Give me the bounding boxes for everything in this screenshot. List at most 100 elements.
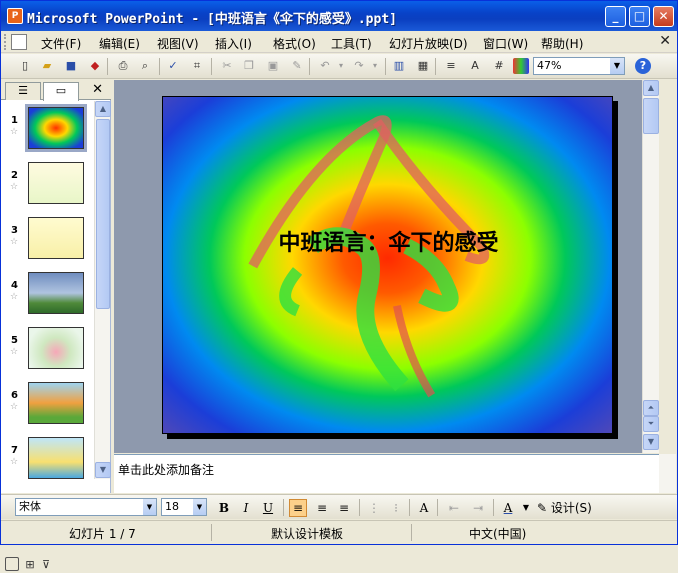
slide-thumbnail-3[interactable]: 3 ☆ [1, 213, 95, 268]
next-slide-icon[interactable]: ⏷ [643, 416, 659, 432]
permission-icon[interactable]: ◆ [87, 58, 103, 74]
toolbar-separator [409, 499, 410, 516]
print-icon[interactable]: ⎙ [115, 58, 131, 74]
slide-thumbnail-image [28, 162, 84, 204]
current-slide[interactable]: 中班语言：伞下的感受 [162, 96, 613, 434]
underline-button[interactable]: U [259, 499, 277, 517]
slideshow-view-icon[interactable]: ⊽ [39, 557, 53, 571]
toolbar-separator [385, 58, 386, 75]
slide-thumbnail-image [25, 104, 87, 152]
editor-scrollbar[interactable]: ▲ ⏶ ⏷ ▼ [642, 80, 659, 453]
previous-slide-icon[interactable]: ⏶ [643, 400, 659, 416]
show-grid-icon[interactable]: # [491, 58, 507, 74]
redo-icon[interactable]: ↷ [351, 58, 367, 74]
insert-table-icon[interactable]: ▦ [415, 58, 431, 74]
scrollbar-thumb[interactable] [96, 119, 110, 309]
slide-thumbnail-4[interactable]: 4 ☆ [1, 268, 95, 323]
slide-thumbnail-2[interactable]: 2 ☆ [1, 158, 95, 213]
cut-icon[interactable]: ✂ [219, 58, 235, 74]
print-preview-icon[interactable]: ⌕ [137, 58, 153, 74]
slide-thumbnail-6[interactable]: 6 ☆ [1, 378, 95, 433]
slide-thumbnail-5[interactable]: 5 ☆ [1, 323, 95, 378]
slide-thumbnail-image [28, 437, 84, 479]
font-name-combobox[interactable]: 宋体 ▼ [15, 498, 157, 516]
menu-help[interactable]: 帮助(H) [541, 35, 583, 52]
menu-format[interactable]: 格式(O) [273, 35, 316, 52]
menu-view[interactable]: 视图(V) [157, 35, 199, 52]
close-window-button[interactable]: ✕ [653, 6, 674, 27]
new-icon[interactable]: ▯ [17, 58, 33, 74]
italic-button[interactable]: I [237, 499, 255, 517]
notes-placeholder[interactable]: 单击此处添加备注 [118, 463, 214, 477]
align-center-icon[interactable]: ≡ [313, 499, 331, 517]
powerpoint-icon[interactable]: P [7, 8, 23, 24]
align-right-icon[interactable]: ≡ [335, 499, 353, 517]
notes-scrollbar[interactable] [659, 454, 676, 493]
scroll-up-icon[interactable]: ▲ [643, 80, 659, 96]
star-icon: ☆ [10, 457, 19, 467]
format-painter-icon[interactable]: ✎ [289, 58, 305, 74]
menu-edit[interactable]: 编辑(E) [99, 35, 140, 52]
color-grayscale-icon[interactable] [513, 58, 529, 74]
expand-all-icon[interactable]: ≡ [443, 58, 459, 74]
zoom-combobox[interactable]: 47% ▼ [533, 57, 625, 75]
slide-thumbnail-7[interactable]: 7 ☆ [1, 433, 95, 479]
tab-outline[interactable]: ☰ [5, 82, 41, 100]
increase-indent-icon[interactable]: ⇥ [469, 499, 487, 517]
powerpoint-window: P Microsoft PowerPoint - [中班语言《伞下的感受》.pp… [0, 0, 678, 572]
design-button[interactable]: ✎ 设计(S) [537, 499, 592, 516]
slide-number: 6 [11, 390, 18, 401]
decrease-indent-icon[interactable]: ⇤ [445, 499, 463, 517]
spelling-icon[interactable]: ✓ [165, 58, 181, 74]
open-folder-icon[interactable]: ▰ [39, 58, 55, 74]
undo-icon[interactable]: ↶ [317, 58, 333, 74]
star-icon: ☆ [10, 402, 19, 412]
scroll-up-icon[interactable]: ▲ [95, 101, 111, 117]
redo-dropdown-icon[interactable]: ▾ [367, 58, 383, 74]
font-color-button[interactable]: A [499, 499, 517, 517]
title-bar[interactable]: P Microsoft PowerPoint - [中班语言《伞下的感受》.pp… [1, 1, 677, 31]
scrollbar-thumb[interactable] [643, 98, 659, 134]
document-icon[interactable] [11, 34, 27, 50]
undo-dropdown-icon[interactable]: ▾ [333, 58, 349, 74]
numbering-icon[interactable]: ⋮ [365, 499, 383, 517]
copy-icon[interactable]: ❐ [241, 58, 257, 74]
notes-pane[interactable]: 单击此处添加备注 [114, 454, 659, 493]
maximize-button[interactable]: □ [629, 6, 650, 27]
menu-tools[interactable]: 工具(T) [331, 35, 372, 52]
chevron-down-icon[interactable]: ▼ [610, 58, 624, 74]
help-icon[interactable]: ? [635, 58, 651, 74]
chevron-down-icon[interactable]: ▼ [143, 499, 156, 515]
research-icon[interactable]: ⌗ [189, 58, 205, 74]
show-formatting-icon[interactable]: A [467, 58, 483, 74]
font-size-combobox[interactable]: 18 ▼ [161, 498, 207, 516]
menu-file[interactable]: 文件(F) [41, 35, 81, 52]
menu-window[interactable]: 窗口(W) [483, 35, 528, 52]
paste-icon[interactable]: ▣ [265, 58, 281, 74]
menubar-grip[interactable] [4, 34, 7, 50]
normal-view-icon[interactable] [5, 557, 19, 571]
bullets-icon[interactable]: ⁝ [387, 499, 405, 517]
document-close-button[interactable]: ✕ [659, 33, 671, 49]
slide-title[interactable]: 中班语言：伞下的感受 [163, 225, 612, 257]
scroll-down-icon[interactable]: ▼ [643, 434, 659, 450]
panel-close-button[interactable]: ✕ [92, 82, 103, 97]
menu-insert[interactable]: 插入(I) [215, 35, 252, 52]
bold-button[interactable]: B [215, 499, 233, 517]
thumbnail-scrollbar[interactable]: ▲ ▼ [94, 101, 111, 479]
chevron-down-icon[interactable]: ▼ [517, 499, 535, 517]
slide-sorter-view-icon[interactable]: ⊞ [23, 557, 37, 571]
minimize-button[interactable]: _ [605, 6, 626, 27]
align-left-icon[interactable]: ≡ [289, 499, 307, 517]
slide-thumbnail-list: 1 ☆ 2 ☆ 3 ☆ 4 ☆ 5 ☆ 6 ☆ 7 ☆ [1, 101, 95, 479]
slide-editor[interactable]: 中班语言：伞下的感受 ▲ ⏶ ⏷ ▼ [114, 80, 659, 453]
chevron-down-icon[interactable]: ▼ [193, 499, 206, 515]
increase-font-size-icon[interactable]: A [415, 499, 433, 517]
menu-slideshow[interactable]: 幻灯片放映(D) [389, 35, 468, 52]
tab-slides[interactable]: ▭ [43, 82, 79, 101]
scroll-down-icon[interactable]: ▼ [95, 462, 111, 478]
slide-number: 7 [11, 445, 18, 456]
insert-chart-icon[interactable]: ▥ [391, 58, 407, 74]
save-icon[interactable]: ■ [63, 58, 79, 74]
slide-thumbnail-1[interactable]: 1 ☆ [1, 103, 95, 158]
